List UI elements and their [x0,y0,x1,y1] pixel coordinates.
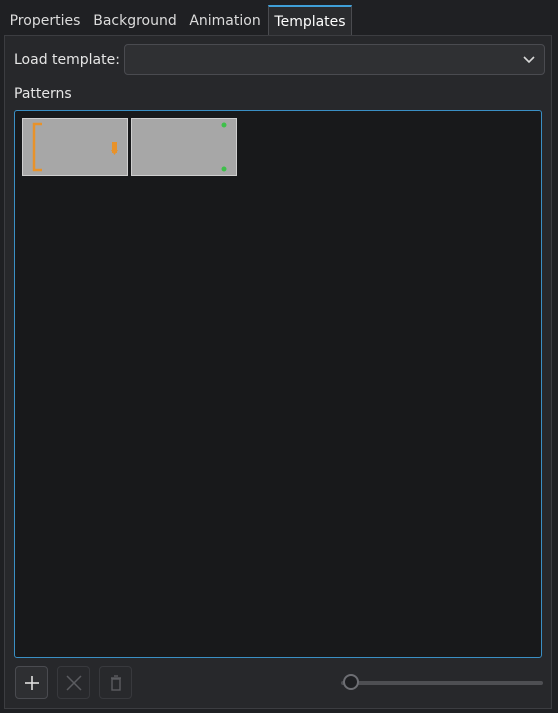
patterns-list[interactable] [14,110,542,658]
templates-panel: Load template: Patterns [4,35,552,709]
green-dots-icon [221,122,227,172]
tab-background[interactable]: Background [89,8,181,36]
x-icon [66,675,82,691]
load-template-label: Load template: [14,52,120,68]
slider-handle[interactable] [343,674,359,690]
tab-bar: Properties Background Animation Template… [0,0,558,36]
delete-pattern-button[interactable] [99,666,132,699]
tab-animation[interactable]: Animation [186,8,264,36]
zoom-slider[interactable] [335,671,543,693]
slider-track [341,681,543,685]
trash-icon [111,675,121,691]
load-template-dropdown[interactable] [124,44,545,75]
chevron-down-icon [522,54,536,66]
add-pattern-button[interactable] [15,666,48,699]
tab-properties[interactable]: Properties [5,8,85,36]
patterns-label: Patterns [14,86,72,102]
plus-icon [25,676,39,690]
tab-templates[interactable]: Templates [268,5,352,36]
pattern-thumbnail-1[interactable] [22,118,128,176]
pattern-thumbnail-2[interactable] [131,118,237,176]
remove-pattern-button[interactable] [57,666,90,699]
orange-bracket-icon [32,122,118,172]
